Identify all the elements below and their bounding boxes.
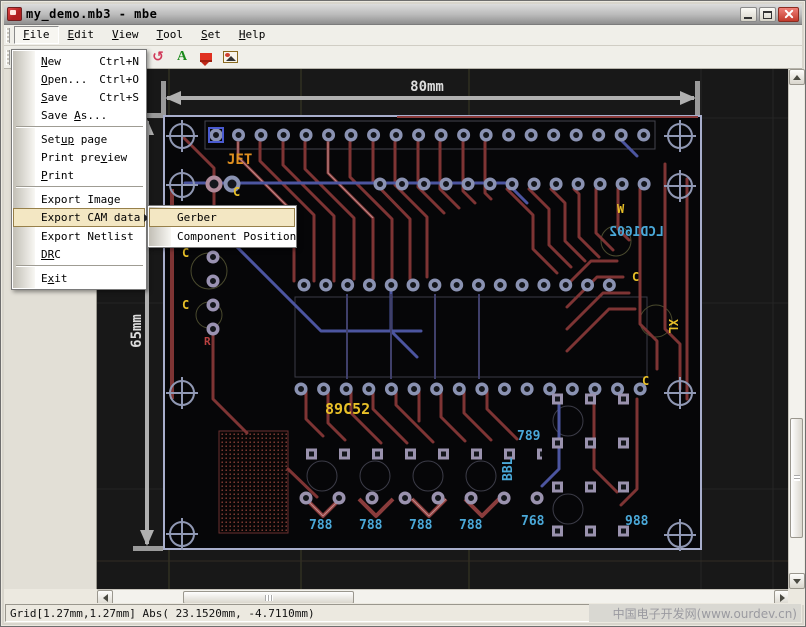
minimize-icon — [744, 17, 752, 19]
menu-item-save[interactable]: SaveCtrl+S — [13, 88, 145, 106]
label-c: C — [233, 185, 240, 199]
label-ref: 789 — [517, 429, 540, 444]
label-xl: XL — [666, 319, 680, 333]
submenu-item-gerber[interactable]: Gerber — [149, 208, 295, 227]
menu-tool[interactable]: Tool — [148, 26, 193, 44]
flag-button[interactable] — [195, 48, 217, 67]
label-ref: 988 — [625, 514, 649, 529]
dimension-width: 80mm — [161, 79, 700, 115]
toolbar-grip[interactable] — [6, 50, 10, 65]
export-image-button[interactable] — [219, 48, 241, 67]
submenu-item-component-position[interactable]: Component Position — [149, 227, 295, 245]
minimize-button[interactable] — [740, 7, 757, 22]
menu-item-export-cam-data[interactable]: Export CAM data — [13, 208, 145, 227]
file-menu: NewCtrl+N Open...Ctrl+O SaveCtrl+S Save … — [11, 49, 147, 290]
menu-item-setup-page[interactable]: Setup page — [13, 130, 145, 148]
menu-set[interactable]: Set — [192, 26, 230, 44]
menu-bar: File Edit View Tool Set Help — [4, 25, 802, 46]
menu-edit[interactable]: Edit — [59, 26, 104, 44]
menu-item-exit[interactable]: Exit — [13, 269, 145, 287]
maximize-button[interactable] — [759, 7, 776, 22]
status-bar: Grid[1.27mm,1.27mm] Abs( 23.1520mm, -4.7… — [4, 603, 802, 623]
svg-text:65mm: 65mm — [129, 314, 145, 348]
menu-file[interactable]: File — [14, 26, 59, 44]
title-bar[interactable]: my_demo.mb3 - mbe — [4, 4, 802, 25]
watermark: 中国电子开发网(www.ourdev.cn) — [589, 604, 801, 622]
menubar-grip[interactable] — [6, 28, 10, 43]
flag-icon — [200, 53, 212, 62]
cam-submenu: Gerber Component Position — [147, 205, 297, 248]
label-c: C — [182, 298, 189, 312]
rotate-button[interactable]: ↺ — [147, 48, 169, 67]
app-icon — [7, 7, 22, 21]
menu-item-new[interactable]: NewCtrl+N — [13, 52, 145, 70]
vertical-scrollbar[interactable] — [788, 69, 804, 589]
window-title: my_demo.mb3 - mbe — [26, 7, 738, 21]
label-c: C — [182, 246, 189, 260]
label-ref: 768 — [521, 514, 545, 529]
rotate-icon: ↺ — [152, 50, 164, 64]
menu-separator — [16, 265, 143, 267]
menu-separator — [16, 126, 143, 128]
label-ref: 788 — [459, 518, 483, 533]
svg-text:80mm: 80mm — [410, 79, 444, 95]
label-c: C — [642, 374, 649, 388]
arrow-right-icon — [780, 594, 785, 602]
menu-help[interactable]: Help — [230, 26, 275, 44]
arrow-left-icon — [103, 594, 108, 602]
close-button[interactable] — [778, 7, 799, 22]
menu-item-drc[interactable]: DRC — [13, 245, 145, 263]
pcb-canvas[interactable]: 80mm 65mm — [97, 69, 790, 589]
vertical-scroll-thumb[interactable] — [790, 418, 803, 538]
label-jet: JET — [227, 152, 252, 168]
label-ref: 788 — [409, 518, 433, 533]
menu-item-print-preview[interactable]: Print preview — [13, 148, 145, 166]
label-r: R — [204, 335, 211, 348]
text-icon: A — [177, 49, 187, 65]
copper-pour — [219, 431, 288, 533]
scroll-up-button[interactable] — [789, 69, 805, 85]
menu-item-export-netlist[interactable]: Export Netlist — [13, 227, 145, 245]
label-w: W — [617, 202, 625, 216]
menu-item-print[interactable]: Print — [13, 166, 145, 184]
arrow-down-icon — [793, 579, 801, 584]
label-c: C — [632, 270, 639, 284]
menu-item-save-as[interactable]: Save As... — [13, 106, 145, 124]
scroll-down-button[interactable] — [789, 573, 805, 589]
app-window: my_demo.mb3 - mbe File Edit View Tool Se… — [0, 0, 806, 627]
label-ref: BBL — [501, 457, 516, 481]
menu-item-export-image[interactable]: Export Image — [13, 190, 145, 208]
maximize-icon — [763, 11, 772, 19]
menu-separator — [16, 186, 143, 188]
add-text-button[interactable]: A — [171, 48, 193, 67]
pcb-drawing: 80mm 65mm — [97, 69, 790, 589]
label-chip: 89C52 — [325, 400, 370, 418]
image-icon — [223, 51, 238, 63]
label-ref: 788 — [309, 518, 333, 533]
label-lcd: LCD1602 — [609, 225, 664, 240]
arrow-up-icon — [793, 75, 801, 80]
label-ref: 788 — [359, 518, 383, 533]
menu-item-open[interactable]: Open...Ctrl+O — [13, 70, 145, 88]
menu-view[interactable]: View — [103, 26, 148, 44]
